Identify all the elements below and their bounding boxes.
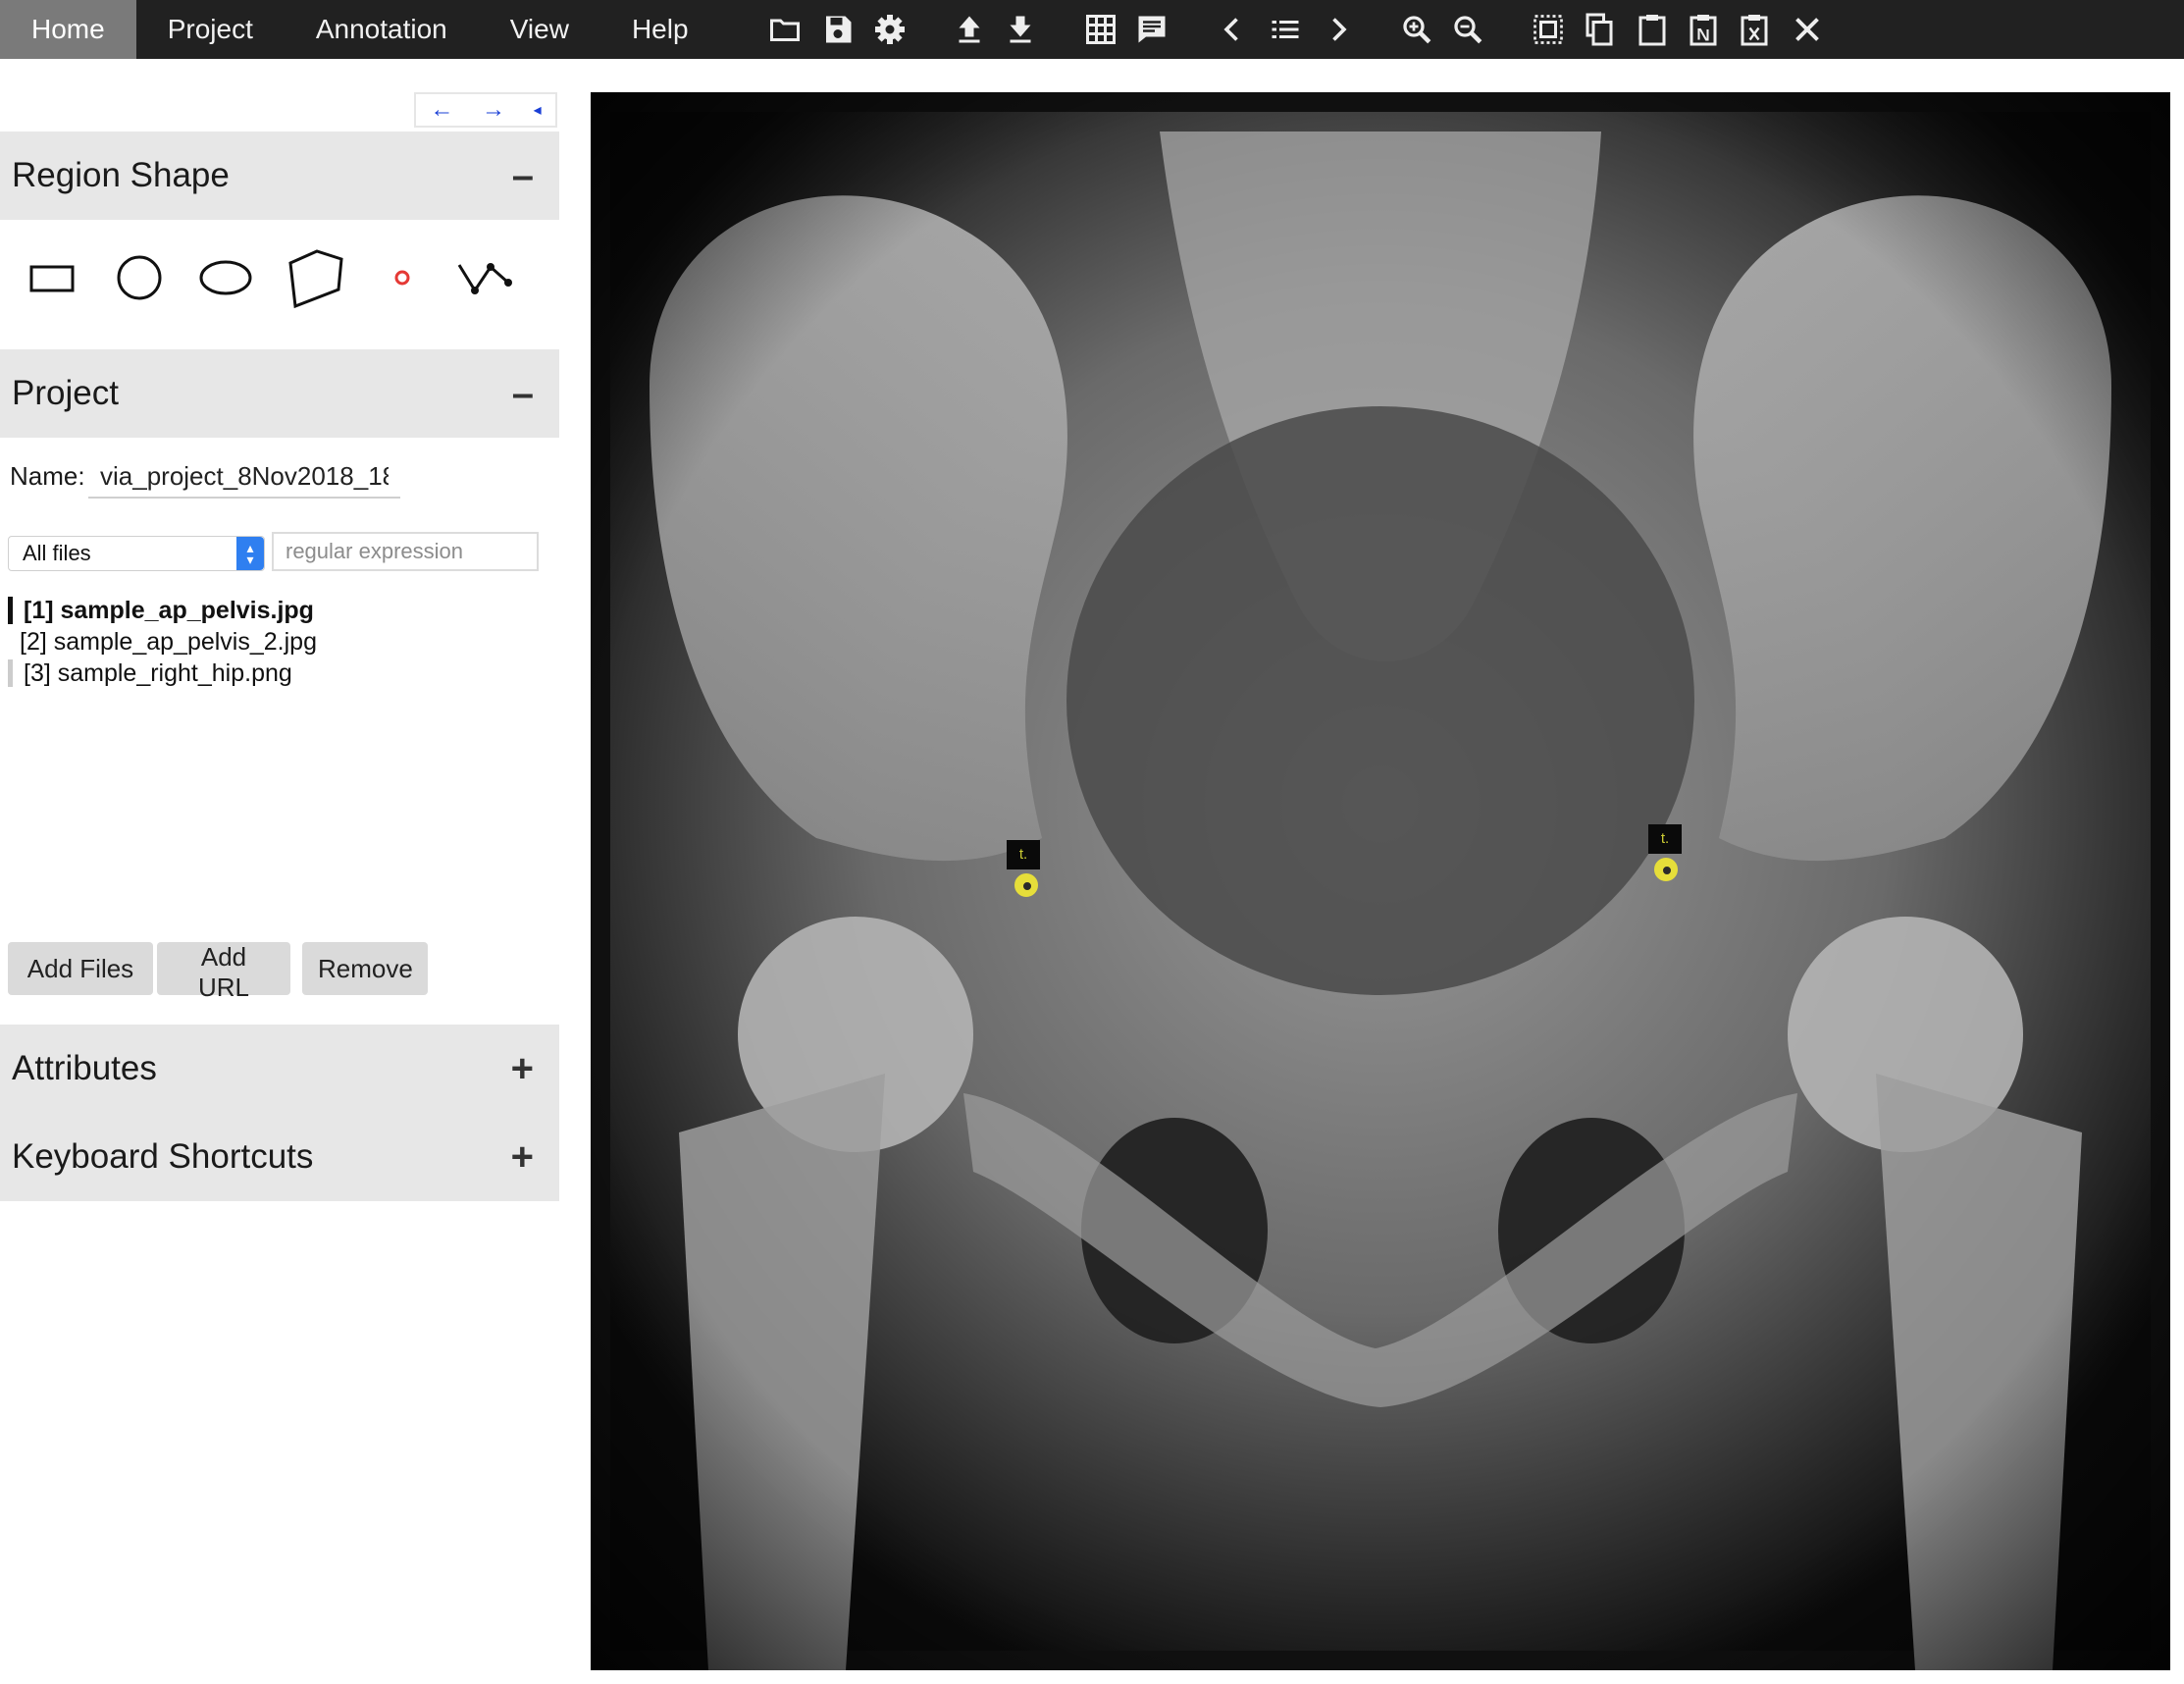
image-canvas[interactable]: t. t. xyxy=(591,92,2170,1670)
rectangle-icon[interactable] xyxy=(18,245,86,310)
point-icon[interactable] xyxy=(368,245,437,310)
panel-collapse-icon[interactable]: ◂ xyxy=(534,100,542,120)
comment-icon[interactable] xyxy=(1132,10,1171,49)
grid-view-icon[interactable] xyxy=(1081,10,1120,49)
project-name-label: Name: xyxy=(10,461,85,491)
menu-help[interactable]: Help xyxy=(600,0,720,59)
project-collapse-toggle[interactable]: – xyxy=(512,372,534,416)
circle-icon[interactable] xyxy=(105,245,174,310)
settings-icon[interactable] xyxy=(870,10,910,49)
polyline-icon[interactable] xyxy=(451,245,520,310)
keyboard-shortcuts-header[interactable]: Keyboard Shortcuts + xyxy=(0,1113,559,1201)
add-files-button[interactable]: Add Files xyxy=(8,942,153,995)
file-list-item[interactable]: [1] sample_ap_pelvis.jpg xyxy=(8,595,317,626)
save-icon[interactable] xyxy=(818,10,858,49)
file-name: [3] sample_right_hip.png xyxy=(24,659,292,687)
remove-button[interactable]: Remove xyxy=(302,942,428,995)
upload-icon[interactable] xyxy=(950,10,989,49)
region-label[interactable]: t. xyxy=(1007,840,1040,869)
keyboard-shortcuts-title: Keyboard Shortcuts xyxy=(12,1137,314,1176)
point-region-marker[interactable] xyxy=(1014,873,1038,897)
file-list: [1] sample_ap_pelvis.jpg [2] sample_ap_p… xyxy=(8,595,317,689)
attributes-expand-toggle[interactable]: + xyxy=(511,1047,534,1091)
paste-icon[interactable] xyxy=(1633,10,1672,49)
file-list-item[interactable]: [3] sample_right_hip.png xyxy=(8,658,317,689)
paste-n-icon[interactable] xyxy=(1684,10,1723,49)
project-name-input[interactable] xyxy=(88,455,400,499)
previous-icon[interactable] xyxy=(1213,10,1252,49)
folder-open-icon[interactable] xyxy=(765,10,805,49)
panel-nav: ← → ◂ xyxy=(414,92,557,128)
close-icon[interactable] xyxy=(1788,10,1827,49)
region-shape-header[interactable]: Region Shape – xyxy=(0,132,559,220)
zoom-out-icon[interactable] xyxy=(1448,10,1487,49)
attributes-title: Attributes xyxy=(12,1049,157,1087)
add-url-button[interactable]: Add URL xyxy=(157,942,290,1002)
menu-annotation[interactable]: Annotation xyxy=(285,0,479,59)
paste-x-icon[interactable] xyxy=(1735,10,1774,49)
file-list-item[interactable]: [2] sample_ap_pelvis_2.jpg xyxy=(8,626,317,658)
pelvis-xray-image xyxy=(591,92,2170,1670)
copy-icon[interactable] xyxy=(1580,10,1619,49)
region-shape-title: Region Shape xyxy=(12,156,230,194)
file-name: [1] sample_ap_pelvis.jpg xyxy=(24,597,314,624)
panel-prev-arrow-icon[interactable]: ← xyxy=(430,96,453,124)
panel-next-arrow-icon[interactable]: → xyxy=(482,96,505,124)
region-label[interactable]: t. xyxy=(1648,824,1682,854)
file-name: [2] sample_ap_pelvis_2.jpg xyxy=(20,628,317,656)
ellipse-icon[interactable] xyxy=(191,245,260,310)
file-filter-select[interactable]: All files ▴ ▾ xyxy=(8,536,265,571)
region-shape-selector xyxy=(0,220,559,338)
menu-view[interactable]: View xyxy=(479,0,600,59)
download-icon[interactable] xyxy=(1001,10,1040,49)
attributes-header[interactable]: Attributes + xyxy=(0,1025,559,1113)
project-section-title: Project xyxy=(12,374,119,412)
select-all-icon[interactable] xyxy=(1529,10,1568,49)
point-region-marker[interactable] xyxy=(1654,858,1678,881)
keyboard-shortcuts-expand-toggle[interactable]: + xyxy=(511,1135,534,1180)
regex-filter-input[interactable] xyxy=(272,532,539,571)
region-shape-collapse-toggle[interactable]: – xyxy=(512,154,534,198)
file-filter-value: All files xyxy=(23,541,91,565)
menu-home[interactable]: Home xyxy=(0,0,136,59)
zoom-in-icon[interactable] xyxy=(1397,10,1436,49)
next-icon[interactable] xyxy=(1319,10,1358,49)
current-file-marker xyxy=(8,597,13,624)
list-icon[interactable] xyxy=(1266,10,1305,49)
select-arrow-icon: ▴ ▾ xyxy=(236,537,264,570)
top-menubar: Home Project Annotation View Help xyxy=(0,0,2184,59)
project-header[interactable]: Project – xyxy=(0,349,559,438)
file-marker xyxy=(8,659,13,687)
menu-project[interactable]: Project xyxy=(136,0,285,59)
polygon-icon[interactable] xyxy=(280,245,348,310)
